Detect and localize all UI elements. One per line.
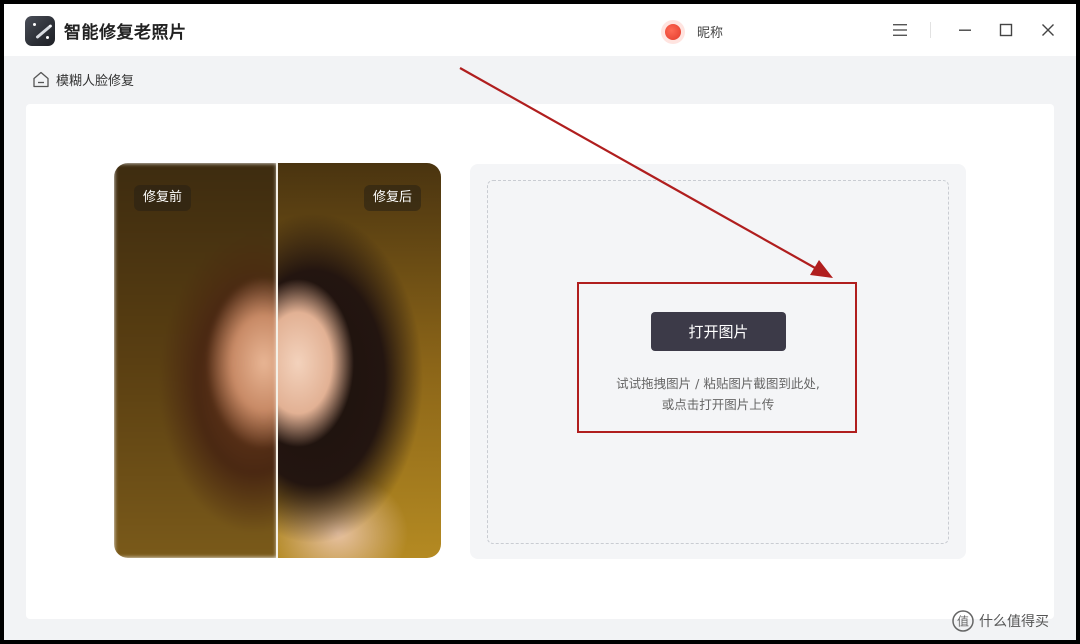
- before-tag: 修复前: [134, 185, 192, 211]
- main-panel: 修复前 修复后 打开图片 试试拖拽图片 / 粘贴图片截图到此处, 或点击打开图片…: [26, 104, 1054, 619]
- watermark-logo-icon: 值: [952, 610, 974, 632]
- before-after-sample-image: 修复前 修复后: [114, 163, 441, 558]
- watermark-text: 什么值得买: [979, 614, 1049, 630]
- before-image-half: [114, 163, 277, 558]
- hamburger-icon: [893, 24, 907, 36]
- title-bar-divider: [930, 22, 931, 38]
- comparison-divider: [276, 163, 278, 558]
- watermark: 值 什么值得买: [952, 610, 1049, 632]
- annotation-highlight-box: [577, 282, 857, 433]
- breadcrumb: 模糊人脸修复: [32, 68, 134, 90]
- svg-text:值: 值: [957, 614, 969, 629]
- menu-button[interactable]: [886, 16, 914, 44]
- minimize-button[interactable]: [951, 16, 979, 44]
- maximize-button[interactable]: [992, 16, 1020, 44]
- breadcrumb-current-page: 模糊人脸修复: [56, 73, 135, 89]
- app-title: 智能修复老照片: [64, 23, 187, 43]
- after-tag: 修复后: [363, 185, 421, 211]
- user-nickname[interactable]: 昵称: [697, 22, 723, 41]
- minimize-icon: [959, 29, 971, 31]
- app-logo-icon: [25, 16, 55, 46]
- title-bar: 智能修复老照片 昵称: [4, 4, 1076, 56]
- close-button[interactable]: [1034, 16, 1062, 44]
- close-icon: [1042, 24, 1054, 36]
- user-avatar[interactable]: [661, 20, 685, 44]
- app-window: 智能修复老照片 昵称 模糊人脸修复 修复前 修复后 打开图片 试试拖拽图片 / …: [4, 4, 1076, 640]
- maximize-icon: [999, 23, 1013, 37]
- home-icon[interactable]: [32, 71, 50, 88]
- after-image-half: [278, 163, 441, 558]
